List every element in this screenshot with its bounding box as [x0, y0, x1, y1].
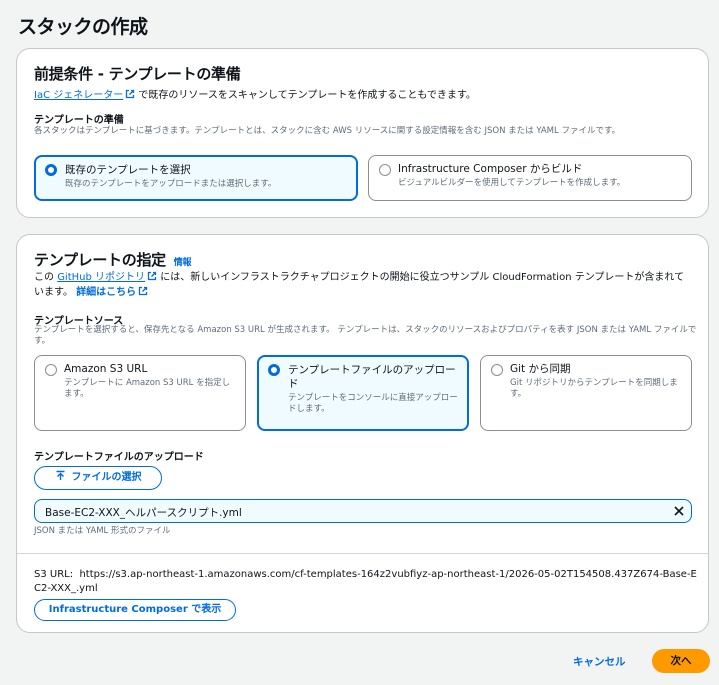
choose-file-button[interactable]: ファイルの選択: [34, 466, 162, 490]
close-icon[interactable]: [673, 505, 685, 517]
github-repo-link[interactable]: GitHub リポジトリ: [57, 272, 145, 283]
choose-file-label: ファイルの選択: [71, 472, 142, 483]
radio-existing-template[interactable]: [45, 164, 57, 176]
radio-upload-template[interactable]: [268, 364, 280, 376]
specify-template-panel: テンプレートの指定 情報 この GitHub リポジトリ には、新しいインフラス…: [16, 234, 709, 633]
option-infrastructure-composer[interactable]: Infrastructure Composer からビルド ビジュアルビルダーを…: [368, 155, 692, 201]
radio-infrastructure-composer[interactable]: [379, 164, 391, 176]
external-link-icon: [139, 286, 148, 296]
specify-template-heading: テンプレートの指定: [34, 251, 166, 269]
source-s3-title: Amazon S3 URL: [64, 363, 148, 375]
divider: [17, 553, 708, 554]
source-git-sync[interactable]: Git から同期 Git リポジトリからテンプレートを同期します。: [480, 355, 692, 431]
upload-icon: [56, 470, 64, 480]
selected-file-name: Base-EC2-XXX_ヘルパースクリプト.yml: [45, 507, 242, 519]
next-button[interactable]: 次へ: [652, 649, 710, 673]
option-composer-desc: ビジュアルビルダーを使用してテンプレートを作成します。: [398, 178, 626, 188]
iac-generator-link[interactable]: IaC ジェネレーター: [34, 90, 123, 101]
radio-git-sync[interactable]: [491, 364, 503, 376]
external-link-icon: [126, 89, 135, 99]
info-link[interactable]: 情報: [174, 258, 192, 268]
page-title: スタックの作成: [18, 16, 148, 38]
s3-url-row: S3 URL: https://s3.ap-northeast-1.amazon…: [34, 568, 699, 596]
upload-template-label: テンプレートファイルのアップロード: [34, 452, 204, 463]
iac-generator-row: IaC ジェネレーター で既存のリソースをスキャンしてテンプレートを作成すること…: [34, 86, 476, 101]
iac-generator-text: で既存のリソースをスキャンしてテンプレートを作成することもできます。: [135, 90, 476, 101]
source-upload-template[interactable]: テンプレートファイルのアップロード テンプレートをコンソールに直接アップロードし…: [257, 355, 469, 431]
spec-intro-pre: この: [34, 272, 58, 283]
external-link-icon: [147, 271, 157, 281]
specify-template-title: テンプレートの指定 情報: [34, 249, 192, 270]
selected-file-field[interactable]: Base-EC2-XXX_ヘルパースクリプト.yml: [34, 499, 692, 523]
source-git-desc: Git リポジトリからテンプレートを同期します。: [510, 378, 678, 399]
prerequisite-title: 前提条件 - テンプレートの準備: [34, 65, 241, 83]
template-source-desc: テンプレートを選択すると、保存先となる Amazon S3 URL が生成されま…: [34, 325, 697, 346]
prepare-template-desc: 各スタックはテンプレートに基づきます。テンプレートとは、スタックに含む AWS …: [34, 126, 621, 136]
source-upload-title: テンプレートファイルのアップロード: [288, 364, 456, 390]
s3-url-value: https://s3.ap-northeast-1.amazonaws.com/…: [34, 569, 697, 594]
s3-url-label: S3 URL:: [34, 569, 74, 580]
source-amazon-s3-url[interactable]: Amazon S3 URL テンプレートに Amazon S3 URL を指定し…: [34, 355, 246, 431]
file-format-hint: JSON または YAML 形式のファイル: [34, 526, 171, 536]
option-existing-title: 既存のテンプレートを選択: [65, 164, 191, 176]
source-upload-desc: テンプレートをコンソールに直接アップロードします。: [288, 393, 458, 414]
spec-intro: この GitHub リポジトリ には、新しいインフラストラクチャプロジェクトの開…: [34, 270, 694, 300]
option-existing-template[interactable]: 既存のテンプレートを選択 既存のテンプレートをアップロードまたは選択します。: [34, 155, 358, 201]
prerequisite-panel: 前提条件 - テンプレートの準備 IaC ジェネレーター で既存のリソースをスキ…: [16, 48, 709, 218]
cancel-button[interactable]: キャンセル: [573, 654, 626, 669]
source-git-title: Git から同期: [510, 363, 571, 375]
view-in-composer-button[interactable]: Infrastructure Composer で表示: [34, 599, 236, 621]
radio-amazon-s3-url[interactable]: [45, 364, 57, 376]
source-s3-desc: テンプレートに Amazon S3 URL を指定します。: [64, 378, 231, 399]
details-link[interactable]: 詳細はこちら: [76, 287, 136, 298]
prepare-template-label: テンプレートの準備: [34, 115, 124, 126]
option-composer-title: Infrastructure Composer からビルド: [398, 163, 583, 175]
option-existing-desc: 既存のテンプレートをアップロードまたは選択します。: [65, 179, 277, 189]
